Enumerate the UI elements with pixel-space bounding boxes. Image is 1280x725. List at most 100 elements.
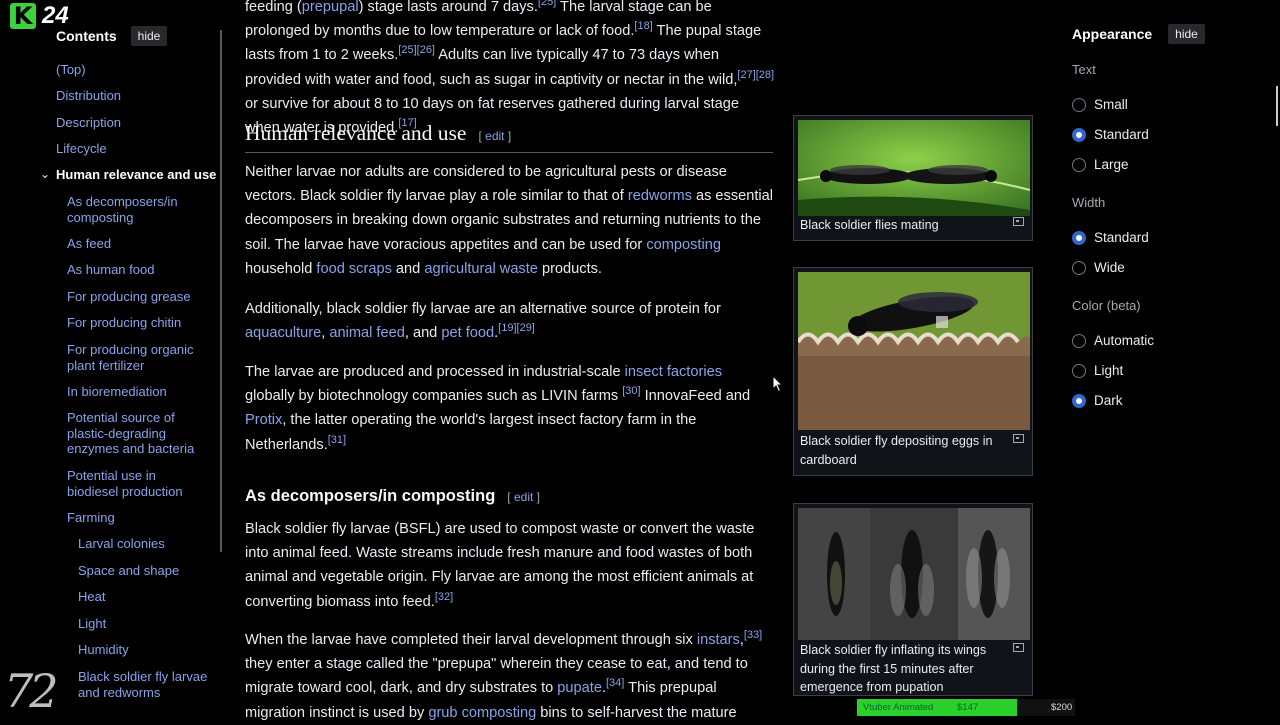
radio-button-icon[interactable] [1072,230,1086,245]
link-insect-factories[interactable]: insect factories [625,364,722,380]
text: , the latter operating the world's large… [245,412,697,453]
scrollbar[interactable] [1276,86,1278,126]
citation[interactable]: [19][29] [498,322,535,334]
figure-wings[interactable]: Black soldier fly inflating its wings du… [793,503,1033,696]
radio-label: Dark [1094,393,1123,408]
text: , and [404,325,442,342]
figure-caption: Black soldier flies mating [800,218,939,232]
link-grub-composting[interactable]: grub composting [428,705,536,721]
text: products. [537,260,602,277]
appearance-hide-button[interactable]: hide [1168,24,1205,44]
radio-button-icon[interactable] [1072,97,1086,112]
enlarge-icon[interactable] [1013,217,1024,226]
toc-item-humidity[interactable]: Humidity [78,642,129,658]
donation-goal: $200 [1051,702,1073,713]
radio-color-dark[interactable]: Dark [1072,393,1123,408]
link-animal-feed[interactable]: animal feed [329,325,404,341]
toc-item-description[interactable]: Description [56,115,121,131]
toc-item-decomposers[interactable]: As decomposers/in composting [67,194,212,225]
enlarge-icon[interactable] [1013,643,1024,652]
link-food-scraps[interactable]: food scraps [316,261,391,277]
subsection-title: As decomposers/in composting [245,487,496,505]
toc-item-chitin[interactable]: For producing chitin [67,315,181,331]
mouse-cursor-icon [772,375,784,393]
citation[interactable]: [25] [538,0,556,8]
toc-item-space-shape[interactable]: Space and shape [78,563,179,579]
toc-item-bioremediation[interactable]: In bioremediation [67,384,167,400]
chevron-down-icon[interactable]: ⌄ [40,167,50,181]
radio-text-standard[interactable]: Standard [1072,127,1149,142]
link-prepupal[interactable]: prepupal [302,0,359,15]
radio-color-automatic[interactable]: Automatic [1072,333,1154,348]
paragraph-2: Additionally, black soldier fly larvae a… [245,297,775,345]
radio-button-icon[interactable] [1072,333,1086,348]
radio-button-icon[interactable] [1072,363,1086,378]
toc-item-plastic-enzymes[interactable]: Potential source of plastic-degrading en… [67,410,207,457]
text: When the larvae have completed their lar… [245,632,697,648]
radio-width-standard[interactable]: Standard [1072,230,1149,245]
toc-item-top[interactable]: (Top) [56,62,86,78]
toc-item-human-relevance[interactable]: Human relevance and use [56,167,216,183]
radio-width-wide[interactable]: Wide [1072,260,1125,275]
toc-item-biodiesel[interactable]: Potential use in biodiesel production [67,468,197,499]
toc-header: Contents hide [56,26,168,46]
citation[interactable]: [33] [744,629,762,641]
toc-hide-button[interactable]: hide [130,26,168,46]
radio-text-small[interactable]: Small [1072,97,1128,112]
toc-item-bsfl-redworms[interactable]: Black soldier fly larvae and redworms [78,669,213,700]
radio-button-icon[interactable] [1072,127,1086,142]
link-pet-food[interactable]: pet food [441,325,494,341]
flies-mating-image[interactable] [798,120,1030,216]
text: household [245,260,317,277]
citation[interactable]: [34] [606,677,624,689]
link-agricultural-waste[interactable]: agricultural waste [424,261,538,277]
link-protix[interactable]: Protix [245,412,282,428]
toc-item-grease[interactable]: For producing grease [67,289,191,305]
citation[interactable]: [31] [328,434,346,446]
citation[interactable]: [30] [622,385,640,397]
paragraph-5: When the larvae have completed their lar… [245,628,775,725]
citation[interactable]: [25][26] [398,44,435,56]
text: The larvae are produced and processed in… [245,364,625,380]
toc-item-larval-colonies[interactable]: Larval colonies [78,536,165,552]
citation[interactable]: [18] [634,20,652,32]
toc-item-farming[interactable]: Farming [67,510,115,526]
fly-eggs-image[interactable] [798,272,1030,430]
toc-item-heat[interactable]: Heat [78,589,105,605]
radio-button-icon[interactable] [1072,157,1086,172]
figure-caption: Black soldier fly depositing eggs in car… [800,434,993,467]
link-instars[interactable]: instars [697,632,740,648]
radio-button-icon[interactable] [1072,393,1086,408]
link-pupate[interactable]: pupate [557,680,602,696]
radio-label: Large [1094,157,1129,172]
edit-link[interactable]: edit [514,490,533,504]
radio-label: Small [1094,97,1128,112]
toc-item-light[interactable]: Light [78,616,106,632]
text: bins to self-harvest the mature [536,704,737,721]
toc-item-distribution[interactable]: Distribution [56,88,121,104]
citation[interactable]: [27][28] [737,69,774,81]
edit-subsection-button[interactable]: [ edit ] [507,490,540,504]
text: globally by biotechnology companies such… [245,388,623,405]
bracket: ] [504,129,512,143]
radio-text-large[interactable]: Large [1072,157,1129,172]
link-redworms[interactable]: redworms [628,188,692,204]
link-composting[interactable]: composting [646,237,721,253]
edit-link[interactable]: edit [485,129,504,143]
radio-button-icon[interactable] [1072,260,1086,275]
enlarge-icon[interactable] [1013,434,1024,443]
radio-label: Automatic [1094,333,1155,348]
figure-mating[interactable]: Black soldier flies mating [793,115,1033,241]
radio-label: Standard [1094,127,1149,142]
link-aquaculture[interactable]: aquaculture [245,325,321,341]
toc-item-human-food[interactable]: As human food [67,262,154,278]
toc-item-as-feed[interactable]: As feed [67,236,111,252]
text: and [391,260,425,277]
radio-color-light[interactable]: Light [1072,363,1123,378]
figure-eggs[interactable]: Black soldier fly depositing eggs in car… [793,267,1033,476]
toc-item-fertilizer[interactable]: For producing organic plant fertilizer [67,342,207,373]
fly-wings-image[interactable] [798,508,1030,640]
toc-item-lifecycle[interactable]: Lifecycle [56,141,107,157]
edit-section-button[interactable]: [ edit ] [478,129,511,143]
citation[interactable]: [32] [435,591,453,603]
